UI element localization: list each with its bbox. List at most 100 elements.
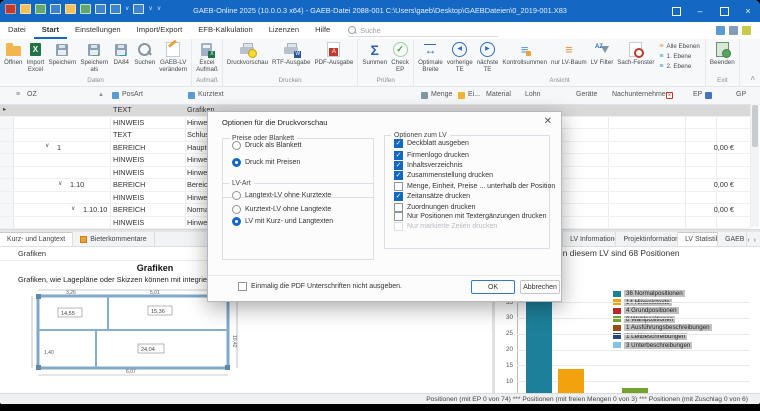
radio-icon[interactable] [232,217,241,226]
dialog-close-icon[interactable]: ✕ [544,116,552,127]
ribbon-button-2-ebene[interactable]: ≡2. Ebene [659,63,699,70]
cb-icon[interactable]: ✓ [394,161,403,170]
tree-collapse-icon[interactable]: ∨ [71,205,75,212]
radio-icon[interactable] [232,191,241,200]
ribbon-button-import-excel[interactable]: XImport Excel [24,40,46,75]
tab-kurz-und-langtext[interactable]: Kurz- und Langtext [0,232,73,246]
ribbon-button-rtf-ausgabe[interactable]: WRTF-Ausgabe [270,40,312,67]
cb-icon[interactable]: ✓ [394,139,403,148]
column-header-nachunternehmer[interactable]: Nachunternehmer [612,91,668,98]
window-switch-button[interactable] [664,0,688,22]
chevron-down-icon[interactable]: ∨ [125,4,129,14]
tab-lv-statistik[interactable]: LV Statistik [678,232,718,246]
qat-customize-chevron[interactable]: ∨ [157,4,161,14]
ribbon-button-nächste-te[interactable]: ▶nächste TE [475,40,501,75]
ribbon-button-kontrollsummen[interactable]: ≡Kontrollsummen [500,40,549,67]
close-button[interactable]: × [736,0,760,22]
column-header-oz[interactable]: OZ [27,91,37,98]
tree-collapse-icon[interactable]: ∨ [58,180,62,187]
panel-blue-icon[interactable] [716,26,725,35]
menu-item-hilfe[interactable]: Hilfe [307,22,338,39]
ribbon-button-pdf-ausgabe[interactable]: PDF-Ausgabe [312,40,355,67]
cb-icon[interactable] [394,182,403,191]
cb-icon[interactable] [394,203,403,212]
radio-icon[interactable] [232,141,241,150]
checkbox-zusammenstellung-drucken[interactable]: ✓Zusammenstellung drucken [394,171,493,180]
column-header-posart[interactable]: PosArt [122,91,143,98]
radio-icon[interactable] [232,158,241,167]
ribbon-button-öffnen[interactable]: Öffnen [2,40,24,67]
account-icon[interactable] [133,4,144,14]
radio-langtext-lv-ohne-kurztexte[interactable]: Langtext-LV ohne Kurztexte [232,191,331,200]
ribbon-button-druckvorschau[interactable]: Druckvorschau [225,40,270,67]
ribbon-button-alle-ebenen[interactable]: ≡Alle Ebenen [659,43,699,50]
checkbox-zuordnungen-drucken[interactable]: Zuordnungen drucken [394,203,476,212]
tab-scroll-left-icon[interactable]: ‹ [747,237,749,244]
cb-icon[interactable] [394,222,403,231]
radio-druck-mit-preisen[interactable]: Druck mit Preisen [232,158,300,167]
cb-icon[interactable]: ✓ [394,171,403,180]
tab-lv-informationen[interactable]: LV Informationen [563,232,616,246]
ribbon-button-lv-filter[interactable]: LV Filter [589,40,616,67]
cb-icon[interactable] [394,212,403,221]
da84-icon[interactable] [80,4,91,14]
ribbon-button-vorherige-te[interactable]: ◀vorherige TE [445,40,475,75]
minimize-button[interactable]: – [688,0,712,22]
checkbox-deckblatt-ausgeben[interactable]: ✓Deckblatt ausgeben [394,139,469,148]
column-header-ep[interactable]: EP [693,91,702,98]
save-icon[interactable] [50,4,61,14]
cb-icon[interactable]: ✓ [394,192,403,201]
menu-item-efb-kalkulation[interactable]: EFB-Kalkulation [190,22,260,39]
ok-button[interactable]: OK [471,280,515,294]
ribbon-button-speichern-als[interactable]: Speichern als [78,40,110,75]
ribbon-button-speichern[interactable]: Speichern [46,40,78,67]
column-header-gp[interactable]: GP [736,91,746,98]
checkbox-nur-positionen-mit-textergänzungen-druck[interactable]: Nur Positionen mit Textergänzungen druck… [394,212,547,221]
tab-projektinformationen[interactable]: Projektinformationen [616,232,678,246]
checkbox-zeitansätze-drucken[interactable]: ✓Zeitansätze drucken [394,192,470,201]
menu-item-start[interactable]: Start [34,22,67,39]
menu-item-lizenzen[interactable]: Lizenzen [261,22,307,39]
scrollbar-thumb[interactable] [752,105,758,147]
ribbon-button-suchen[interactable]: Suchen [132,40,157,67]
cancel-button[interactable]: Abbrechen [520,280,560,294]
tab-bieterkommentare[interactable]: Bieterkommentare [73,232,154,246]
import-icon[interactable] [35,4,46,14]
radio-icon[interactable] [232,205,241,214]
menu-item-import-export[interactable]: Import/Export [129,22,191,39]
ribbon-button-gaeb-lv-verändern[interactable]: GAEB-LV verändern [157,40,189,75]
ribbon-button-da84[interactable]: DA84 [110,40,132,67]
checkbox-inhaltsverzeichnis[interactable]: ✓Inhaltsverzeichnis [394,161,463,170]
chevron-down-icon[interactable]: ∨ [148,4,152,14]
ribbon-collapse-chevron[interactable]: ˄ [750,74,755,83]
checkbox-icon[interactable] [238,282,247,291]
menu-item-einstellungen[interactable]: Einstellungen [67,22,129,39]
grid-vertical-scrollbar[interactable] [751,104,759,227]
column-header-menge[interactable]: Menge [431,91,452,98]
column-header-geraete[interactable]: Geräte [576,91,597,98]
ribbon-button-optimale-breite[interactable]: ↔Optimale Breite [416,40,445,75]
cb-icon[interactable]: ✓ [394,151,403,160]
checkbox-nur-markierte-zeilen-drucken[interactable]: Nur markierte Zeilen drucken [394,222,497,231]
ribbon-button-check-ep[interactable]: ✓Check EP [389,40,411,75]
checkbox-firmenlogo-drucken[interactable]: ✓Firmenlogo drucken [394,151,469,160]
edit-icon[interactable] [95,4,106,14]
search-input[interactable]: Suche [348,24,498,37]
column-header-lohn[interactable]: Lohn [525,91,541,98]
panel-yellow-icon[interactable] [742,26,751,35]
radio-kurztext-lv-ohne-langtexte[interactable]: Kurztext-LV ohne Langtexte [232,205,331,214]
checkbox-menge-einheit-preise-unterhalb-der-posit[interactable]: Menge, Einheit, Preise ... unterhalb der… [394,182,555,191]
column-header-kurztext[interactable]: Kurztext [198,91,224,98]
panel-gray-icon[interactable] [729,26,738,35]
menu-item-datei[interactable]: Datei [0,22,34,39]
sort-ascending-icon[interactable]: ▲ [98,92,104,98]
radio-druck-als-blankett[interactable]: Druck als Blankett [232,141,301,150]
tab-gaeb[interactable]: GAEB [718,232,747,246]
ribbon-button-sach-fenster[interactable]: Sach-Fenster [615,40,656,67]
save-as-icon[interactable] [65,4,76,14]
view-grid-icon[interactable] [110,4,121,14]
radio-lv-mit-kurz-und-langtexten[interactable]: LV mit Kurz- und Langtexten [232,217,333,226]
ribbon-button-nur-lv-baum[interactable]: ≡nur LV-Baum [549,40,589,67]
tree-collapse-icon[interactable]: ∨ [45,142,49,149]
ribbon-button-beenden[interactable]: Beenden [708,40,737,67]
